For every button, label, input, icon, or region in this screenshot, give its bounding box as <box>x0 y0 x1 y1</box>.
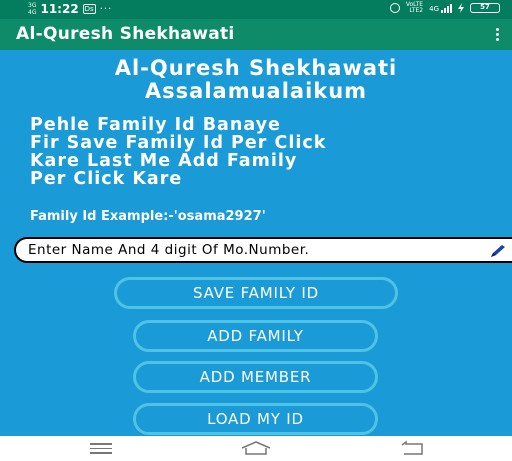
instruction-line-3: Kare Last Me Add Family <box>30 151 298 171</box>
save-family-id-button[interactable]: SAVE FAMILY ID <box>114 277 398 309</box>
family-id-example: Family Id Example:-'osama2927' <box>30 209 266 224</box>
back-icon[interactable] <box>398 440 426 456</box>
battery-icon: 57 <box>470 3 500 13</box>
volte-indicator: VoLTE LTE2 <box>406 2 423 14</box>
signal-icon <box>441 3 452 13</box>
save-family-id-label: SAVE FAMILY ID <box>193 284 319 302</box>
instruction-line-1: Pehle Family Id Banaye <box>30 115 281 135</box>
network-top-label: 3G <box>28 2 37 9</box>
heading-greeting: Assalamualaikum <box>144 79 368 103</box>
more-vertical-icon[interactable] <box>496 28 500 43</box>
navigation-bar <box>0 436 512 461</box>
family-id-field <box>14 237 512 263</box>
network-bottom-label: 4G <box>28 9 37 16</box>
add-family-button[interactable]: ADD FAMILY <box>133 320 378 352</box>
lte-label: LTE2 <box>409 7 424 14</box>
add-family-label: ADD FAMILY <box>207 327 304 345</box>
add-member-label: ADD MEMBER <box>199 368 312 386</box>
charging-icon <box>458 3 464 13</box>
menu-icon[interactable] <box>90 443 112 457</box>
more-notifications-icon: ··· <box>99 3 113 15</box>
load-my-id-label: LOAD MY ID <box>207 410 304 428</box>
app-title: Al-Quresh Shekhawati <box>16 24 235 44</box>
heading-title: Al-Quresh Shekhawati <box>114 56 398 80</box>
alarm-icon <box>389 3 400 13</box>
signal-label: 4G <box>429 5 439 13</box>
add-member-button[interactable]: ADD MEMBER <box>133 361 378 393</box>
network-indicator: 3G 4G <box>28 2 36 16</box>
notification-badge: Ds <box>82 4 96 14</box>
home-icon[interactable] <box>238 440 274 456</box>
instruction-line-4: Per Click Kare <box>30 169 183 189</box>
clock: 11:22 <box>40 2 79 16</box>
load-my-id-button[interactable]: LOAD MY ID <box>133 403 378 435</box>
status-bar: 3G 4G 11:22 Ds ··· VoLTE LTE2 4G 57 <box>0 0 512 19</box>
pencil-icon <box>491 245 505 257</box>
instruction-line-2: Fir Save Family Id Per Click <box>30 133 327 153</box>
family-id-input[interactable] <box>28 241 478 259</box>
app-bar: Al-Quresh Shekhawati <box>0 19 512 50</box>
battery-level: 57 <box>480 3 490 11</box>
